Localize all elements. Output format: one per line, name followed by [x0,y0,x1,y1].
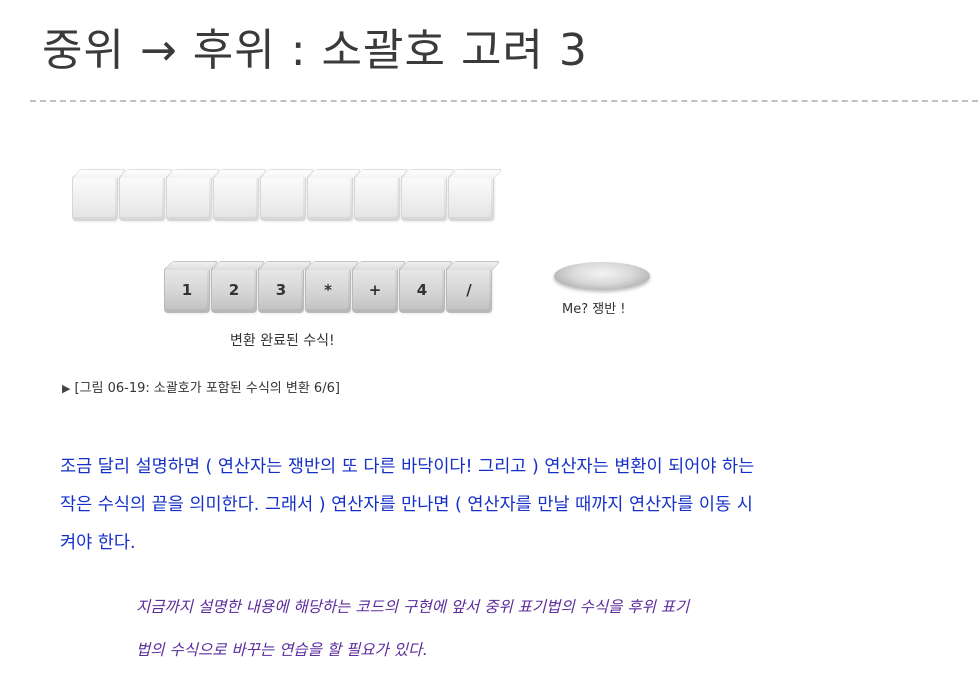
tray-label: Me? 쟁반 ! [562,302,626,317]
token-label: 4 [416,281,428,299]
token-label: 2 [228,281,240,299]
token-label: 3 [275,281,287,299]
title-divider [30,100,978,102]
empty-cube [401,175,447,221]
note-line: 지금까지 설명한 내용에 해당하는 코드의 구현에 앞서 중위 표기법의 수식을… [136,598,690,616]
caption-text: [그림 06-19: 소괄호가 포함된 수식의 변환 6/6] [74,381,340,396]
token-cube: 4 [399,267,445,313]
empty-cube [166,175,212,221]
empty-cube [448,175,494,221]
body-line: 조금 달리 설명하면 ( 연산자는 쟁반의 또 다른 바닥이다! 그리고 ) 연… [60,457,755,477]
token-cube: 2 [211,267,257,313]
empty-cube [307,175,353,221]
body-line: 작은 수식의 끝을 의미한다. 그래서 ) 연산자를 만나면 ( 연산자를 만날… [60,495,753,515]
token-label: / [466,281,472,299]
token-label: + [368,281,382,299]
empty-cube [213,175,259,221]
operator-tray: Me? 쟁반 ! [552,260,652,320]
caption-marker-icon: ▶ [62,382,71,395]
figure-caption: ▶ [그림 06-19: 소괄호가 포함된 수식의 변환 6/6] [62,377,340,396]
handwritten-note: 지금까지 설명한 내용에 해당하는 코드의 구현에 앞서 중위 표기법의 수식을… [136,586,936,672]
token-cube: / [446,267,492,313]
tray-plate-icon [554,262,650,290]
conversion-figure: 1 2 3 * + 4 / Me? 쟁반 ! 변환 완료된 수식! [60,165,680,405]
empty-cube [72,175,118,221]
token-cube: * [305,267,351,313]
token-cube: 3 [258,267,304,313]
empty-cube-row [72,175,495,221]
empty-cube [260,175,306,221]
empty-cube [354,175,400,221]
empty-cube [119,175,165,221]
note-line: 법의 수식으로 바꾸는 연습을 할 필요가 있다. [136,641,428,659]
token-cube: + [352,267,398,313]
token-label: * [324,281,332,299]
token-cube: 1 [164,267,210,313]
body-line: 켜야 한다. [60,533,136,553]
token-label: 1 [181,281,193,299]
converted-expression-row: 1 2 3 * + 4 / [164,267,493,313]
converted-label: 변환 완료된 수식! [230,333,335,349]
body-paragraph: 조금 달리 설명하면 ( 연산자는 쟁반의 또 다른 바닥이다! 그리고 ) 연… [60,448,960,562]
slide-title: 중위 → 후위 : 소괄호 고려 3 [42,25,588,76]
